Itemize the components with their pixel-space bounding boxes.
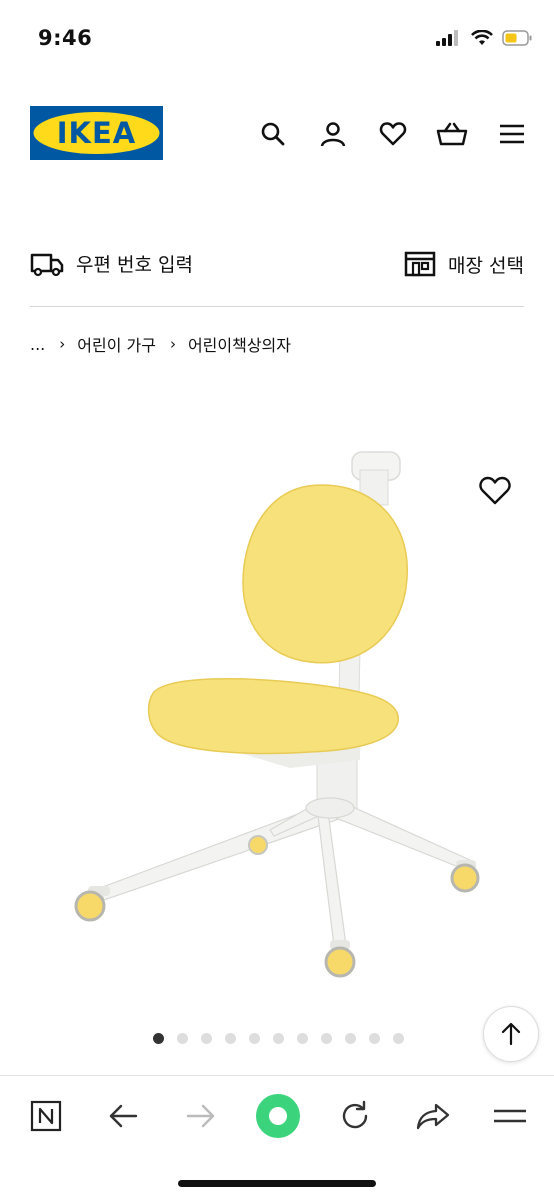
n-icon [30, 1100, 62, 1132]
header-actions [255, 115, 530, 153]
logo-text: IKEA [57, 116, 137, 150]
carousel-dot[interactable] [153, 1033, 164, 1044]
ikea-logo[interactable]: IKEA [30, 106, 163, 160]
divider [30, 306, 524, 307]
carousel-dot[interactable] [345, 1033, 356, 1044]
share-button[interactable] [409, 1092, 457, 1140]
heart-icon [379, 122, 406, 146]
menu-button[interactable] [494, 116, 530, 152]
carousel-dot[interactable] [225, 1033, 236, 1044]
search-icon [261, 122, 285, 146]
add-to-favorites-button[interactable] [478, 474, 512, 508]
share-icon [416, 1103, 449, 1130]
forward-arrow-icon [186, 1104, 214, 1128]
reload-icon [343, 1100, 368, 1129]
arrow-up-icon [501, 1022, 521, 1046]
chevron-right-icon: › [59, 335, 66, 353]
signal-icon [436, 30, 458, 46]
carousel-dot[interactable] [201, 1033, 212, 1044]
forward-button[interactable] [177, 1092, 225, 1140]
store-select-button[interactable]: 매장 선택 [404, 250, 524, 278]
menu-icon [500, 124, 524, 144]
carousel-dot[interactable] [177, 1033, 188, 1044]
account-icon [320, 122, 345, 147]
breadcrumb-ellipsis[interactable]: ... [30, 335, 45, 354]
home-circle-icon [255, 1094, 300, 1138]
carousel-dots [153, 1033, 404, 1044]
product-image[interactable] [60, 440, 500, 1000]
store-select-label: 매장 선택 [448, 254, 524, 277]
reload-button[interactable] [331, 1092, 379, 1140]
back-arrow-icon [110, 1104, 138, 1128]
status-icons [436, 30, 532, 46]
home-indicator [178, 1180, 376, 1187]
menu-lines-icon [493, 1109, 526, 1123]
store-icon [404, 251, 436, 277]
status-time: 9:46 [38, 26, 93, 50]
cart-button[interactable] [434, 116, 470, 152]
carousel-dot[interactable] [321, 1033, 332, 1044]
account-button[interactable] [315, 116, 351, 152]
postal-code-label: 우편 번호 입력 [76, 254, 193, 276]
postal-code-button[interactable]: 우편 번호 입력 [30, 250, 193, 277]
favorites-button[interactable] [375, 116, 411, 152]
truck-icon [30, 253, 64, 276]
battery-icon [502, 30, 532, 46]
wifi-icon [471, 30, 493, 45]
cart-icon [437, 122, 468, 146]
carousel-dot[interactable] [297, 1033, 308, 1044]
carousel-dot[interactable] [249, 1033, 260, 1044]
heart-icon [479, 476, 511, 505]
search-button[interactable] [255, 116, 291, 152]
n-button[interactable] [22, 1092, 70, 1140]
browser-menu-button[interactable] [486, 1092, 534, 1140]
breadcrumb: ... › 어린이 가구 › 어린이책상의자 [30, 332, 291, 356]
chevron-right-icon: › [169, 335, 176, 353]
carousel-dot[interactable] [273, 1033, 284, 1044]
back-button[interactable] [99, 1092, 147, 1140]
scroll-to-top-button[interactable] [483, 1006, 539, 1062]
breadcrumb-kids-furniture[interactable]: 어린이 가구 [77, 332, 156, 356]
home-button[interactable] [254, 1092, 302, 1140]
breadcrumb-kids-desk-chair[interactable]: 어린이책상의자 [188, 332, 291, 356]
carousel-dot[interactable] [393, 1033, 404, 1044]
carousel-dot[interactable] [369, 1033, 380, 1044]
